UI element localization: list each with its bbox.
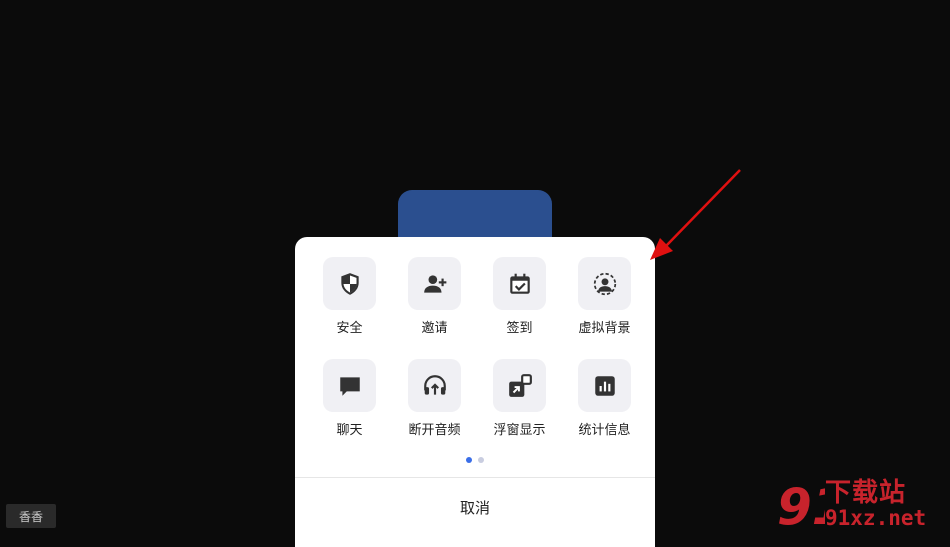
- page-dot-1[interactable]: [466, 457, 472, 463]
- invite-label: 邀请: [421, 321, 448, 336]
- watermark-brand: 下载站: [825, 478, 907, 508]
- watermark-logo-text: 91: [777, 478, 825, 534]
- annotation-arrow-icon: [650, 169, 741, 260]
- headphones-disconnect-icon: [423, 374, 446, 395]
- invite-button[interactable]: 邀请: [392, 257, 477, 337]
- cancel-button[interactable]: 取消: [295, 478, 655, 536]
- chat-bubble-icon: [339, 376, 360, 396]
- invite-icon-tile: [408, 257, 461, 310]
- check-in-label: 签到: [506, 321, 533, 336]
- chat-icon-tile: [323, 359, 376, 412]
- watermark-site: 91xz.net: [825, 506, 927, 530]
- floating-window-icon: [508, 373, 532, 397]
- disconnect-audio-button[interactable]: 断开音频: [392, 359, 477, 439]
- page-dot-2[interactable]: [478, 457, 484, 463]
- disconnect-audio-label: 断开音频: [408, 423, 461, 438]
- calendar-check-icon: [509, 273, 530, 294]
- more-actions-sheet: 安全 邀请 签到 虚拟背景 聊天 断开音频 浮窗显示 统计信息 取消: [295, 237, 655, 547]
- virtual-background-label: 虚拟背景: [578, 321, 631, 336]
- security-label: 安全: [336, 321, 363, 336]
- check-in-button[interactable]: 签到: [477, 257, 562, 337]
- statistics-label: 统计信息: [578, 423, 631, 438]
- statistics-icon-tile: [578, 359, 631, 412]
- security-icon-tile: [323, 257, 376, 310]
- virtual-background-button[interactable]: 虚拟背景: [562, 257, 647, 337]
- floating-window-label: 浮窗显示: [493, 423, 546, 438]
- chat-button[interactable]: 聊天: [307, 359, 392, 439]
- site-watermark: 91 下载站 91xz.net: [775, 472, 950, 534]
- statistics-button[interactable]: 统计信息: [562, 359, 647, 439]
- security-button[interactable]: 安全: [307, 257, 392, 337]
- watermark-logo-icon: 91: [777, 478, 825, 534]
- page-indicator: [295, 457, 655, 463]
- chat-label: 聊天: [336, 423, 363, 438]
- floating-window-button[interactable]: 浮窗显示: [477, 359, 562, 439]
- disconnect-audio-icon-tile: [408, 359, 461, 412]
- add-user-icon: [423, 274, 446, 293]
- virtual-background-icon-tile: [578, 257, 631, 310]
- shield-icon: [340, 272, 359, 295]
- floating-window-icon-tile: [493, 359, 546, 412]
- check-in-icon-tile: [493, 257, 546, 310]
- participant-name-tag: 香香: [6, 504, 56, 528]
- statistics-icon: [594, 375, 615, 396]
- action-grid: 安全 邀请 签到 虚拟背景 聊天 断开音频 浮窗显示 统计信息: [307, 257, 647, 439]
- virtual-background-icon: [593, 272, 616, 295]
